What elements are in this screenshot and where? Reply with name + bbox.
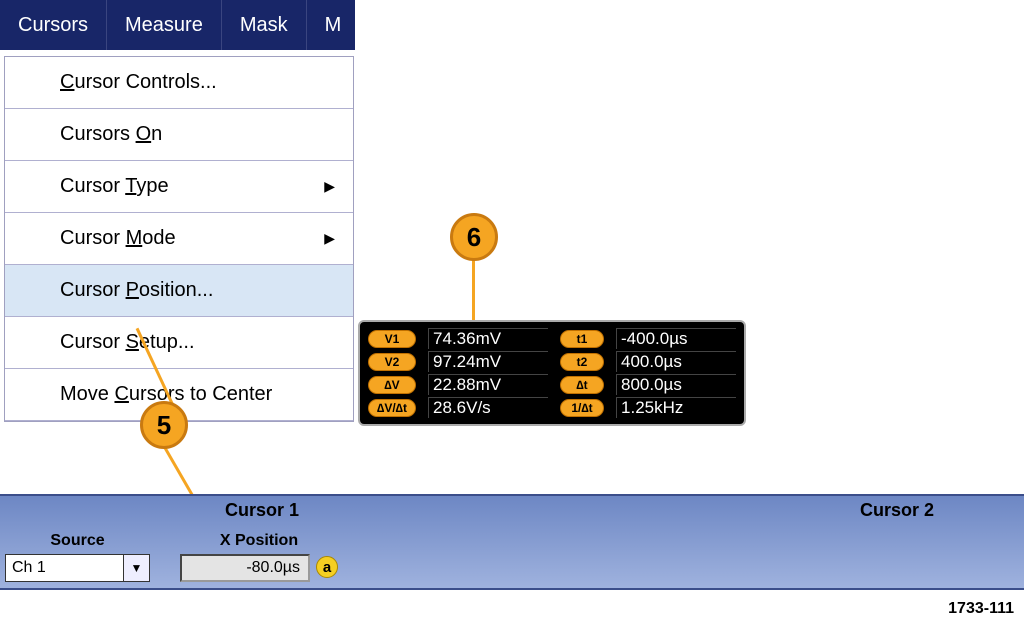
menubar-measure[interactable]: Measure — [107, 0, 222, 50]
figure-id: 1733-111 — [948, 600, 1014, 618]
cursor-1-badge-a: a — [316, 556, 338, 578]
readout-tag-r-1: t2 — [560, 353, 604, 371]
readout-tag-l-2: ∆V — [368, 376, 416, 394]
cursors-dropdown: Cursor Controls...Cursors OnCursor Type▶… — [4, 56, 354, 422]
cursor-1-source-value: Ch 1 — [12, 559, 46, 577]
cursor-1-section: Cursor 1 Source Ch 1 ▼ X Position -80.0µ… — [0, 496, 512, 588]
readout-val-l-1: 97.24mV — [428, 351, 548, 372]
readout-tag-r-2: ∆t — [560, 376, 604, 394]
callout-6-line — [472, 260, 475, 322]
cursor-1-source-label: Source — [50, 532, 104, 550]
readout-val-r-1: 400.0µs — [616, 351, 736, 372]
readout-val-l-0: 74.36mV — [428, 328, 548, 349]
cursor-1-source-field: Source Ch 1 ▼ — [5, 532, 150, 582]
menu-item-1[interactable]: Cursors On — [5, 109, 353, 161]
cursor-1-title: Cursor 1 — [225, 500, 299, 521]
menu-item-4[interactable]: Cursor Position... — [5, 265, 353, 317]
menubar-cursors[interactable]: Cursors — [0, 0, 107, 50]
menubar: Cursors Measure Mask M — [0, 0, 355, 50]
submenu-arrow-icon: ▶ — [324, 230, 335, 247]
readout-val-r-2: 800.0µs — [616, 374, 736, 395]
cursor-1-source-select[interactable]: Ch 1 ▼ — [5, 554, 150, 582]
cursor-1-xpos-input[interactable]: -80.0µs — [180, 554, 310, 582]
readout-tag-l-1: V2 — [368, 353, 416, 371]
menu-item-2[interactable]: Cursor Type▶ — [5, 161, 353, 213]
readout-tag-r-3: 1/∆t — [560, 399, 604, 417]
menu-item-3[interactable]: Cursor Mode▶ — [5, 213, 353, 265]
readout-val-l-2: 22.88mV — [428, 374, 548, 395]
readout-tag-l-3: ∆V/∆t — [368, 399, 416, 417]
readout-val-l-3: 28.6V/s — [428, 397, 548, 418]
readout-tag-l-0: V1 — [368, 330, 416, 348]
cursor-2-title: Cursor 2 — [860, 500, 934, 521]
callout-5: 5 — [140, 401, 188, 449]
menubar-mask[interactable]: Mask — [222, 0, 307, 50]
menu-item-5[interactable]: Cursor Setup... — [5, 317, 353, 369]
menubar-more[interactable]: M — [307, 0, 360, 50]
chevron-down-icon[interactable]: ▼ — [123, 555, 149, 581]
cursor-1-xpos-field: X Position -80.0µs a — [180, 532, 338, 582]
cursor-readout-panel: V1 74.36mV t1 -400.0µs V2 97.24mV t2 400.0µs ∆V 2… — [358, 320, 746, 426]
cursor-2-section: Cursor 2 Source Ch 1 ▼ X Position 80.0µs… — [512, 496, 1024, 588]
cursor-1-xpos-label: X Position — [220, 532, 298, 550]
readout-val-r-0: -400.0µs — [616, 328, 736, 349]
readout-val-r-3: 1.25kHz — [616, 397, 736, 418]
cursor-position-bar: Cursor 1 Source Ch 1 ▼ X Position -80.0µ… — [0, 494, 1024, 590]
menu-item-0[interactable]: Cursor Controls... — [5, 57, 353, 109]
submenu-arrow-icon: ▶ — [324, 178, 335, 195]
callout-6: 6 — [450, 213, 498, 261]
readout-tag-r-0: t1 — [560, 330, 604, 348]
